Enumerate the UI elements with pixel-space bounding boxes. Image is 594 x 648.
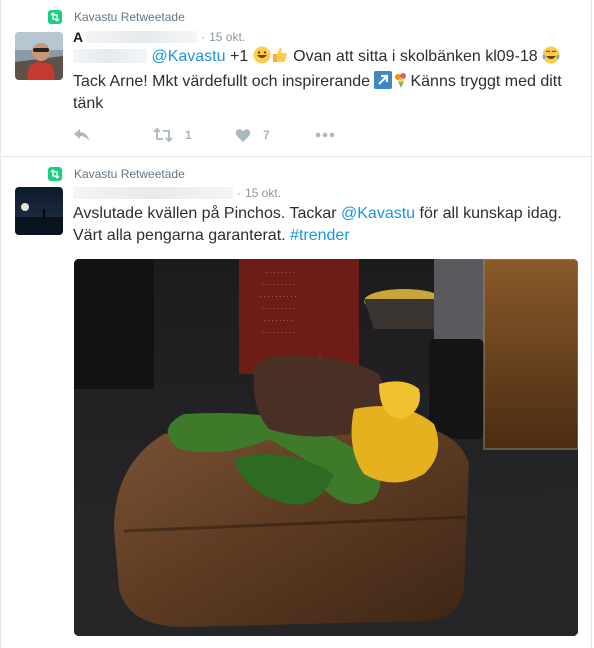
retweeter-name[interactable]: Kavastu Retweetade [74,10,185,24]
bouquet-emoji-icon [392,71,410,96]
mention-link[interactable]: @Kavastu [151,48,225,65]
retweet-context: Kavastu Retweetade [48,9,185,25]
author-name[interactable]: A [73,29,83,45]
tweet-text-line-1: @Kavastu +1 Ovan att sitta i skolbänken … [73,46,560,71]
tweet-text-line-3: tänk [73,95,104,112]
timestamp[interactable]: 15 okt. [245,186,281,200]
tweet-text-line-2: Tack Arne! Mkt värdefullt och inspireran… [73,71,562,96]
tweet-1[interactable]: Kavastu Retweetade A · 15 okt. @Kavastu … [2,0,592,157]
mention-link[interactable]: @Kavastu [341,205,415,222]
author-name-redacted [85,31,198,43]
tweet-header: · 15 okt. [73,184,281,202]
grinning-emoji-icon [253,46,271,71]
tweet-header: A · 15 okt. [73,29,246,45]
arrow-up-right-emoji-icon [374,71,393,96]
avatar[interactable] [15,32,63,80]
reply-button[interactable] [73,127,153,143]
svg-text:· · · · · · · · · ·: · · · · · · · · · · [260,294,296,301]
heart-icon [235,128,251,142]
timestamp[interactable]: 15 okt. [209,30,245,44]
retweet-count: 1 [185,128,192,142]
tweet-actions: 1 7 [73,124,335,146]
like-button[interactable]: 7 [235,128,315,143]
retweeted-badge-icon [48,167,62,181]
retweeter-name[interactable]: Kavastu Retweetade [74,167,185,181]
thumbs-up-emoji-icon [271,46,289,71]
avatar[interactable] [15,187,63,235]
retweet-button[interactable]: 1 [153,128,235,142]
like-count: 7 [263,128,270,142]
svg-text:· · · · · · · · ·: · · · · · · · · · [262,330,295,337]
mention-redacted [73,49,147,63]
svg-text:· · · · · · · ·: · · · · · · · · [264,318,293,325]
retweeted-badge-icon [48,10,62,24]
reply-icon [74,129,89,141]
hashtag-link[interactable]: #trender [290,227,350,244]
tweet-2[interactable]: Kavastu Retweetade · 15 okt. Avslutade k… [2,157,592,648]
svg-text:· · · · · · · ·: · · · · · · · · [266,270,295,277]
tears-of-joy-emoji-icon [542,46,560,71]
more-icon [315,132,335,138]
tweet-text-line-1: Avslutade kvällen på Pinchos. Tackar @Ka… [73,205,562,222]
author-name-redacted [73,187,233,199]
svg-text:· · · · · · · · ·: · · · · · · · · · [262,306,295,313]
svg-text:· · · · · · · · ·: · · · · · · · · · [262,282,295,289]
retweet-context: Kavastu Retweetade [48,166,185,182]
tweet-text-line-2: Värt alla pengarna garanterat. #trender [73,227,350,244]
timeline: Kavastu Retweetade A · 15 okt. @Kavastu … [0,0,592,648]
retweet-icon [153,128,173,142]
tweet-photo[interactable]: · · · · · · · · · · · · · · · · · · · · … [74,259,578,636]
more-button[interactable] [315,132,335,138]
